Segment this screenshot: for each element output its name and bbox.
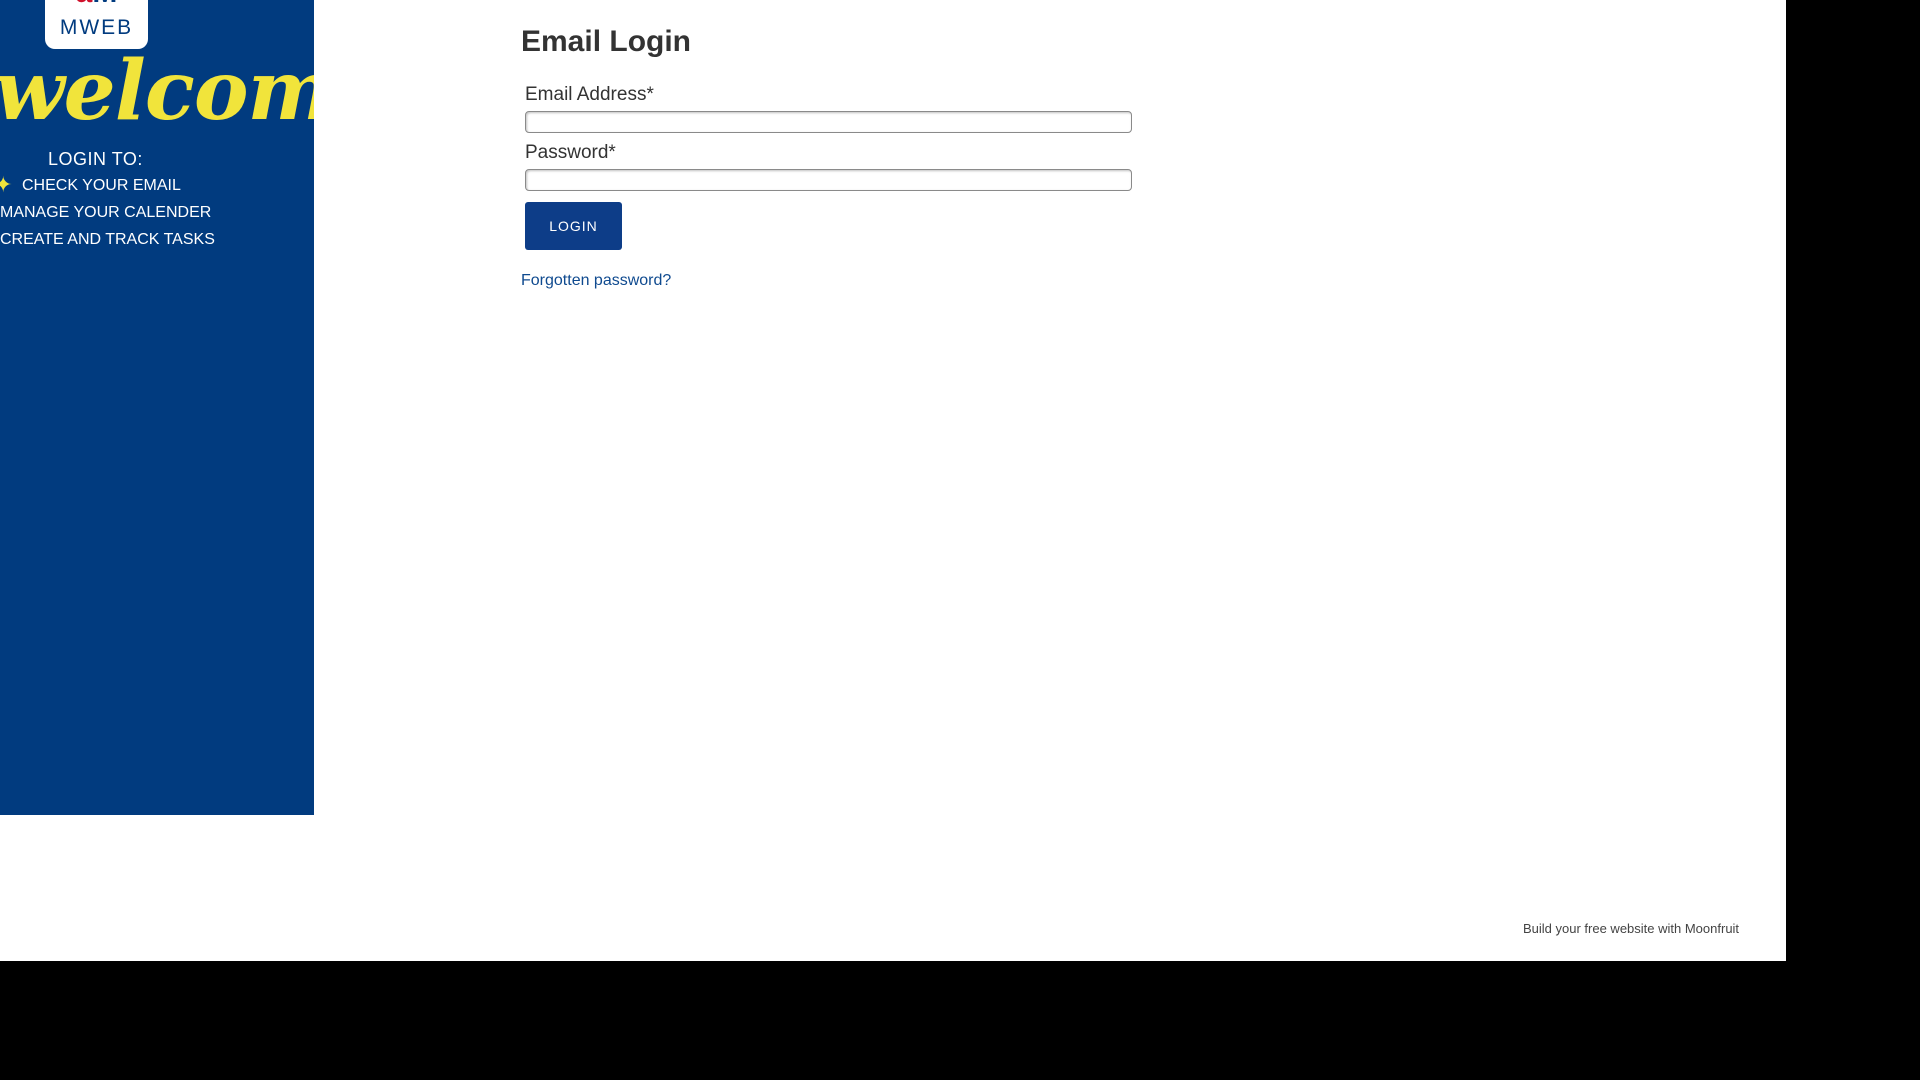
page: aM MWEB welcome LOGIN TO: ✦ CHECK YOUR E… <box>0 0 1786 961</box>
page-title: Email Login <box>521 25 692 58</box>
login-form: Email Login Email Address* Password* LOG… <box>521 22 1141 289</box>
email-label: Email Address* <box>525 84 654 105</box>
star-icon: ✦ <box>0 172 13 197</box>
welcome-heading: welcome <box>0 43 314 139</box>
mweb-logo: aM MWEB <box>45 0 148 49</box>
welcome-banner: aM MWEB welcome LOGIN TO: ✦ CHECK YOUR E… <box>0 0 314 815</box>
login-to-heading: LOGIN TO: <box>48 149 143 169</box>
password-field[interactable] <box>525 169 1132 191</box>
password-label: Password* <box>525 142 616 163</box>
login-button[interactable]: LOGIN <box>525 202 622 250</box>
email-field[interactable] <box>525 111 1132 133</box>
logo-text: MWEB <box>59 16 134 39</box>
logo-mark: aM <box>45 0 148 7</box>
moonfruit-footer-link[interactable]: Build your free website with Moonfruit <box>1523 921 1739 936</box>
forgot-password-link[interactable]: Forgotten password? <box>521 272 671 290</box>
